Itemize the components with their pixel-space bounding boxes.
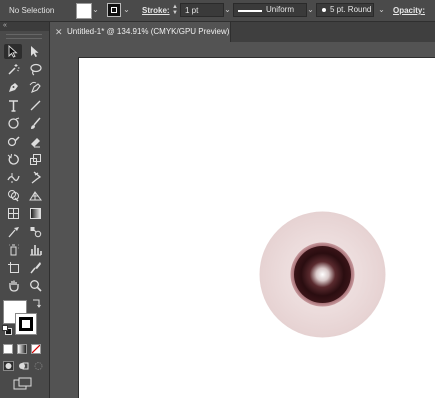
uniform-line-icon: [238, 10, 262, 12]
artboard-tool-icon[interactable]: [4, 260, 22, 275]
shape-builder-tool-icon[interactable]: [4, 188, 22, 203]
line-segment-tool-icon[interactable]: [26, 98, 44, 113]
fill-color-swatch[interactable]: [76, 3, 92, 19]
zoom-tool-icon[interactable]: [26, 278, 44, 293]
draw-normal-icon[interactable]: [3, 361, 14, 371]
stroke-swatch-hole: [22, 320, 30, 328]
variable-width-profile-dropdown[interactable]: Uniform: [233, 3, 307, 17]
puppet-warp-tool-icon[interactable]: [26, 170, 44, 185]
paintbrush-tool-icon[interactable]: [26, 116, 44, 131]
draw-inside-icon[interactable]: [33, 361, 44, 371]
panel-grip[interactable]: [6, 34, 42, 39]
column-graph-tool-icon[interactable]: [26, 242, 44, 257]
selection-tool-icon[interactable]: [4, 44, 22, 59]
gradient-tool-icon[interactable]: [26, 206, 44, 221]
gradient-mode-icon[interactable]: [17, 344, 27, 354]
width-tool-icon[interactable]: [4, 170, 22, 185]
stroke-weight-field[interactable]: 1 pt: [180, 3, 224, 17]
eye-iris: [294, 246, 351, 303]
chevron-down-icon[interactable]: ⌄: [378, 6, 385, 14]
variable-width-profile-label: Uniform: [266, 5, 295, 14]
draw-behind-icon[interactable]: [18, 361, 29, 371]
default-fill-stroke-icon[interactable]: [2, 325, 12, 335]
tools-panel: «: [0, 22, 50, 398]
stroke-color-swatch[interactable]: [107, 3, 121, 17]
scale-tool-icon[interactable]: [26, 152, 44, 167]
ellipse-tool-icon[interactable]: [4, 116, 22, 131]
hand-tool-icon[interactable]: [4, 278, 22, 293]
eyedropper-tool-icon[interactable]: [4, 224, 22, 239]
none-mode-icon[interactable]: [31, 344, 41, 354]
perspective-grid-tool-icon[interactable]: [26, 188, 44, 203]
lasso-tool-icon[interactable]: [26, 62, 44, 77]
rotate-tool-icon[interactable]: [4, 152, 22, 167]
brush-definition-dropdown[interactable]: 5 pt. Round: [316, 3, 374, 17]
chevron-down-icon[interactable]: ⌄: [92, 6, 99, 14]
color-mode-icon[interactable]: [3, 344, 13, 354]
curvature-tool-icon[interactable]: [26, 80, 44, 95]
chevron-down-icon[interactable]: ⌄: [123, 6, 130, 14]
shaper-tool-icon[interactable]: [4, 134, 22, 149]
collapse-panel-icon[interactable]: «: [3, 21, 7, 30]
symbol-sprayer-tool-icon[interactable]: [4, 242, 22, 257]
document-tab-bar: ✕ Untitled-1* @ 134.91% (CMYK/GPU Previe…: [50, 22, 435, 42]
blend-tool-icon[interactable]: [26, 224, 44, 239]
direct-selection-tool-icon[interactable]: [26, 44, 44, 59]
stroke-label[interactable]: Stroke:: [142, 0, 170, 21]
stroke-weight-stepper-icon[interactable]: ▲ ▼: [171, 4, 179, 16]
opacity-label[interactable]: Opacity:: [393, 0, 425, 21]
stroke-swatch[interactable]: [15, 313, 37, 335]
change-screen-mode-icon[interactable]: [13, 377, 33, 390]
eraser-tool-icon[interactable]: [26, 134, 44, 149]
pen-tool-icon[interactable]: [4, 80, 22, 95]
chevron-down-icon[interactable]: ⌄: [307, 6, 314, 14]
swap-fill-stroke-icon[interactable]: [31, 298, 41, 308]
magic-wand-tool-icon[interactable]: [4, 62, 22, 77]
mesh-tool-icon[interactable]: [4, 206, 22, 221]
tools-panel-header: «: [0, 22, 49, 31]
document-tab-title: Untitled-1* @ 134.91% (CMYK/GPU Preview): [67, 27, 230, 36]
round-brush-icon: [322, 8, 326, 12]
document-tab[interactable]: ✕ Untitled-1* @ 134.91% (CMYK/GPU Previe…: [50, 22, 231, 42]
type-tool-icon[interactable]: [4, 98, 22, 113]
eye-artwork[interactable]: [259, 211, 386, 338]
slice-tool-icon[interactable]: [26, 260, 44, 275]
brush-definition-label: 5 pt. Round: [330, 5, 372, 14]
chevron-down-icon[interactable]: ⌄: [224, 6, 231, 14]
selection-status: No Selection: [9, 6, 55, 15]
control-bar: No Selection ⌄ ⌄ Stroke: ▲ ▼ 1 pt ⌄ Unifo…: [0, 0, 435, 22]
close-icon[interactable]: ✕: [55, 22, 63, 42]
stroke-weight-value: 1 pt: [185, 6, 199, 15]
